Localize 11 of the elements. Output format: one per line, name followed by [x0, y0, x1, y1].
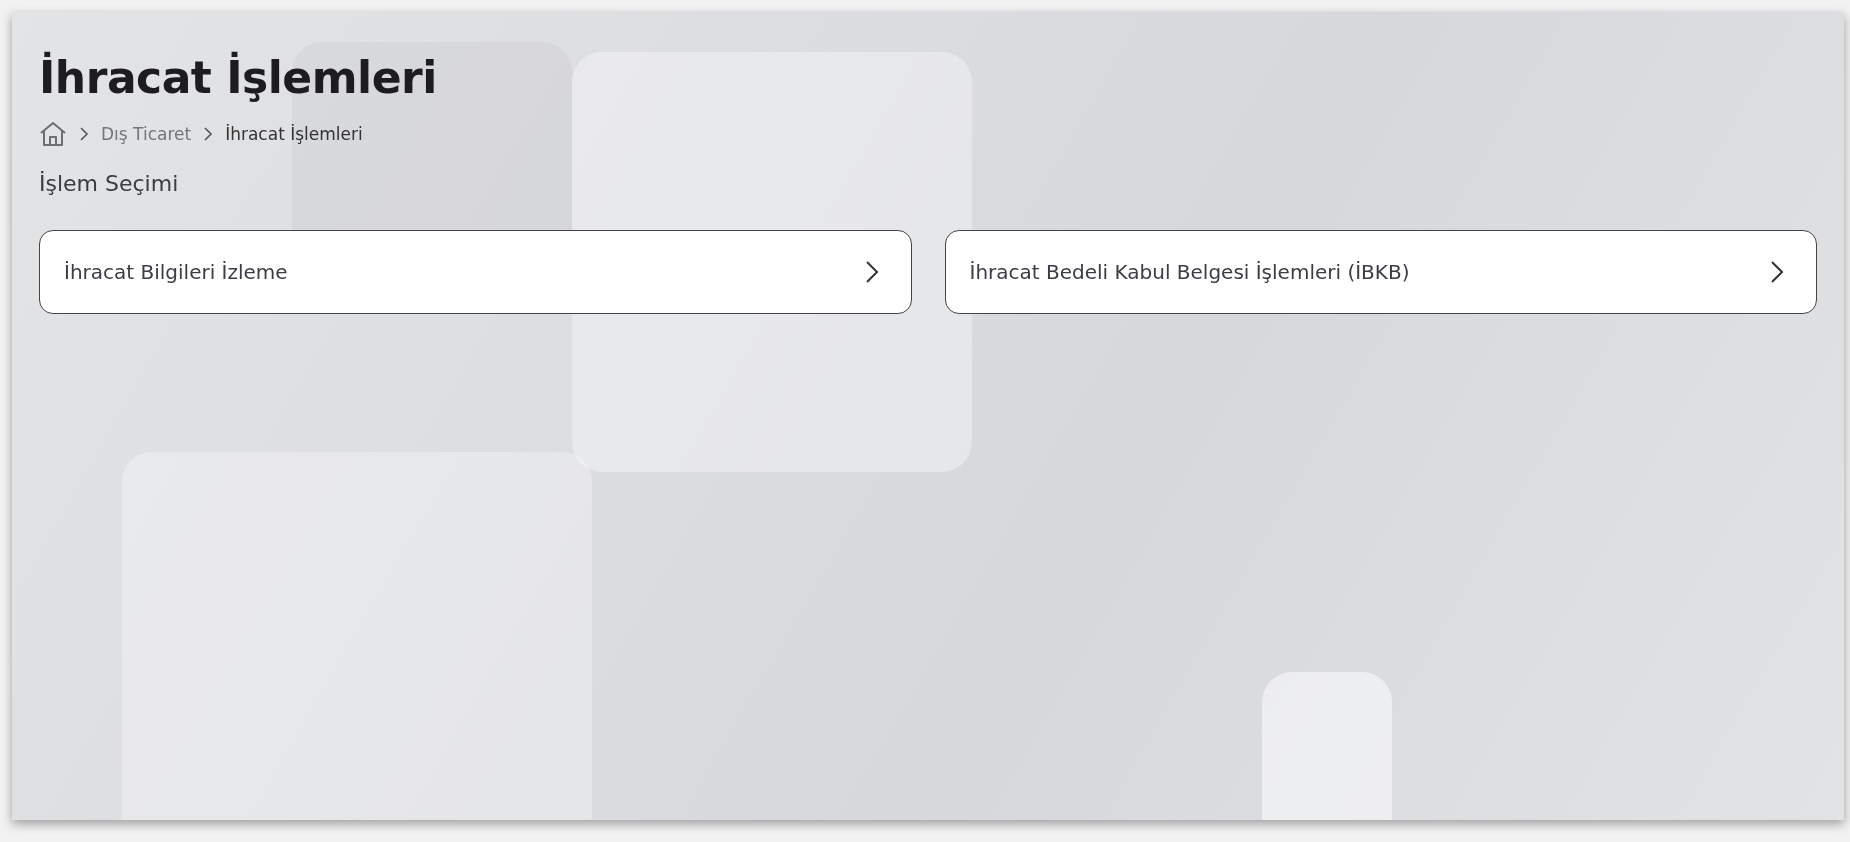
section-title: İşlem Seçimi: [39, 171, 180, 196]
chevron-right-icon: [864, 260, 879, 284]
home-icon[interactable]: [39, 121, 67, 147]
breadcrumb-current: İhracat İşlemleri: [225, 124, 363, 144]
option-button[interactable]: İhracat Bilgileri İzleme: [39, 230, 912, 314]
breadcrumb-link[interactable]: Dış Ticaret: [101, 124, 192, 144]
chevron-right-icon: [203, 126, 214, 142]
option-button[interactable]: İhracat Bedeli Kabul Belgesi İşlemleri (İBKB): [944, 230, 1817, 314]
chevron-right-icon: [79, 126, 89, 142]
page-title: İhracat İşlemleri: [39, 52, 438, 103]
chevron-right-icon: [1770, 260, 1784, 284]
